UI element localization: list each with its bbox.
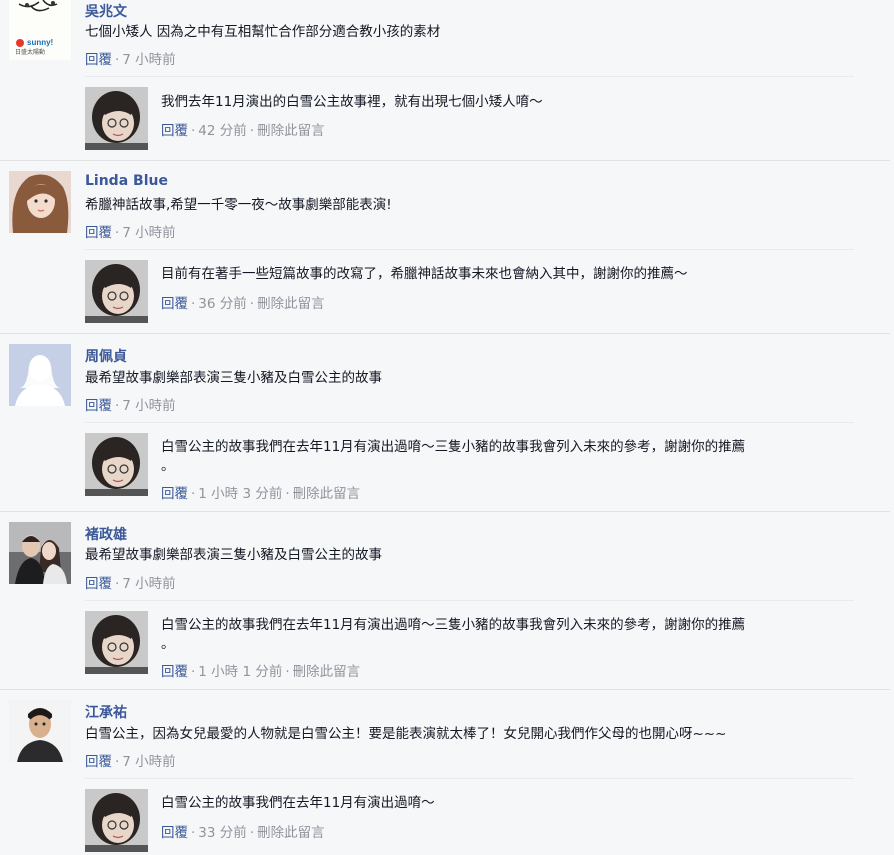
reply-link[interactable]: 回覆 [85,398,112,414]
avatar[interactable] [9,171,71,233]
comment-time[interactable]: 7 小時前 [122,754,175,770]
page-avatar[interactable] [85,789,148,852]
comment-feed: sunny! 日盛太陽動 吳兆文 七個小矮人 因為之中有互相幫忙合作部分適合教小… [0,0,894,855]
divider [85,422,854,423]
reply-meta: 回覆 · 1 小時 3 分前 · 刪除此留言 [161,486,361,502]
page-avatar[interactable] [85,87,148,150]
comment-time[interactable]: 7 小時前 [122,225,175,241]
reply-meta: 回覆 · 33 分前 · 刪除此留言 [161,825,325,841]
reply-text: 我們去年11月演出的白雪公主故事裡，就有出現七個小矮人唷～ [161,94,543,110]
thread-divider [0,511,890,512]
reply-text: 白雪公主的故事我們在去年11月有演出過唷～三隻小豬的故事我會列入未來的參考，謝謝… [161,617,746,633]
comment-text: 最希望故事劇樂部表演三隻小豬及白雪公主的故事 [85,370,382,386]
page-avatar[interactable] [85,611,148,674]
comment-time[interactable]: 7 小時前 [122,398,175,414]
commenter-name[interactable]: 吳兆文 [85,1,127,21]
reply-link[interactable]: 回覆 [85,576,112,592]
delete-comment-link[interactable]: 刪除此留言 [293,664,361,680]
reply-text-continued: 。 [161,458,175,474]
divider [85,778,854,779]
delete-comment-link[interactable]: 刪除此留言 [293,486,361,502]
comment-text: 白雪公主，因為女兒最愛的人物就是白雪公主！要是能表演就太棒了！女兒開心我們作父母… [85,726,727,742]
avatar-logo-text: sunny! [27,38,53,47]
page-avatar[interactable] [85,260,148,323]
comment-time[interactable]: 7 小時前 [122,52,175,68]
reply-link[interactable]: 回覆 [161,123,188,139]
delete-comment-link[interactable]: 刪除此留言 [257,123,325,139]
divider [85,76,854,77]
reply-time[interactable]: 36 分前 [198,296,246,312]
reply-text: 白雪公主的故事我們在去年11月有演出過唷～三隻小豬的故事我會列入未來的參考，謝謝… [161,439,746,455]
reply-time[interactable]: 33 分前 [198,825,246,841]
delete-comment-link[interactable]: 刪除此留言 [257,296,325,312]
reply-link[interactable]: 回覆 [85,754,112,770]
reply-link[interactable]: 回覆 [161,825,188,841]
reply-text-continued: 。 [161,636,175,652]
thread-divider [0,160,890,161]
reply-meta: 回覆 · 42 分前 · 刪除此留言 [161,123,325,139]
comment-text: 最希望故事劇樂部表演三隻小豬及白雪公主的故事 [85,547,382,563]
comment-meta: 回覆 · 7 小時前 [85,398,176,414]
comment-meta: 回覆 · 7 小時前 [85,52,176,68]
thread-divider [0,689,890,690]
thread-divider [0,333,890,334]
comment-meta: 回覆 · 7 小時前 [85,754,176,770]
comment-meta: 回覆 · 7 小時前 [85,576,176,592]
reply-time[interactable]: 1 小時 1 分前 [198,664,282,680]
page-avatar[interactable] [85,433,148,496]
reply-text: 目前有在著手一些短篇故事的改寫了，希臘神話故事未來也會納入其中，謝謝你的推薦～ [161,266,688,282]
reply-time[interactable]: 42 分前 [198,123,246,139]
reply-link[interactable]: 回覆 [161,486,188,502]
avatar[interactable]: sunny! 日盛太陽動 [9,0,71,60]
delete-comment-link[interactable]: 刪除此留言 [257,825,325,841]
reply-link[interactable]: 回覆 [85,225,112,241]
avatar[interactable] [9,700,71,762]
comment-text: 希臘神話故事,希望一千零一夜～故事劇樂部能表演! [85,197,392,213]
svg-text:日盛太陽動: 日盛太陽動 [15,48,45,56]
reply-link[interactable]: 回覆 [85,52,112,68]
comment-text: 七個小矮人 因為之中有互相幫忙合作部分適合教小孩的素材 [85,24,441,40]
reply-time[interactable]: 1 小時 3 分前 [198,486,282,502]
commenter-name[interactable]: 周佩貞 [85,346,127,366]
default-avatar[interactable] [9,344,71,406]
commenter-name[interactable]: Linda Blue [85,173,168,189]
reply-link[interactable]: 回覆 [161,664,188,680]
reply-meta: 回覆 · 1 小時 1 分前 · 刪除此留言 [161,664,361,680]
reply-meta: 回覆 · 36 分前 · 刪除此留言 [161,296,325,312]
reply-text: 白雪公主的故事我們在去年11月有演出過唷～ [161,795,435,811]
avatar[interactable] [9,522,71,584]
comment-meta: 回覆 · 7 小時前 [85,225,176,241]
divider [85,249,854,250]
comment-time[interactable]: 7 小時前 [122,576,175,592]
divider [85,600,854,601]
commenter-name[interactable]: 江承祐 [85,702,127,722]
reply-link[interactable]: 回覆 [161,296,188,312]
commenter-name[interactable]: 褚政雄 [85,524,127,544]
